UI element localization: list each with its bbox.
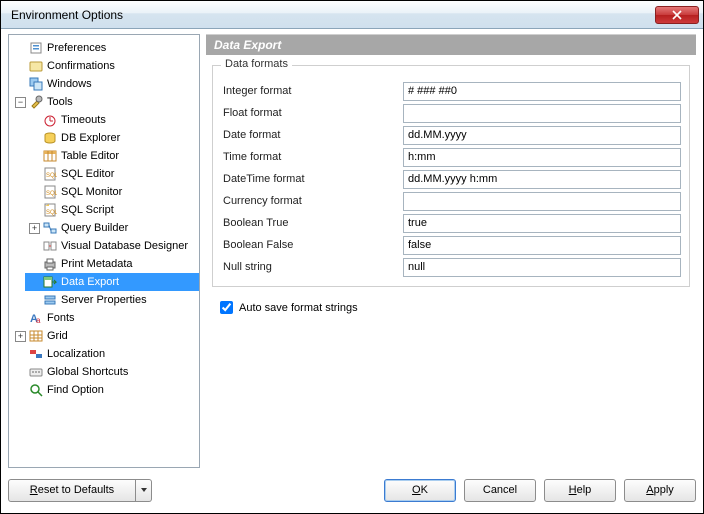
sql-script-icon: SQL <box>42 202 58 218</box>
field-currency-format: Currency format <box>223 190 681 212</box>
reset-defaults-splitbutton[interactable]: RReset to Defaultseset to Defaults <box>8 479 152 502</box>
grid-icon <box>28 328 44 344</box>
find-option-icon <box>28 382 44 398</box>
db-explorer-icon <box>42 130 58 146</box>
close-icon <box>672 10 682 20</box>
tree-item-sql-editor[interactable]: SQL SQL Editor <box>25 165 199 183</box>
tree-item-visual-db-designer[interactable]: Visual Database Designer <box>25 237 199 255</box>
svg-text:SQL: SQL <box>46 173 57 179</box>
global-shortcuts-icon <box>28 364 44 380</box>
svg-text:SQL: SQL <box>46 210 57 216</box>
tree-item-confirmations[interactable]: Confirmations <box>11 57 199 75</box>
field-boolean-true: Boolean True <box>223 212 681 234</box>
panel-header: Data Export <box>206 34 696 55</box>
tree-item-grid[interactable]: + Grid <box>11 327 199 345</box>
field-boolean-false: Boolean False <box>223 234 681 256</box>
chevron-down-icon <box>140 486 148 494</box>
group-legend: Data formats <box>221 58 292 70</box>
localization-icon <box>28 346 44 362</box>
input-boolean-false[interactable] <box>403 236 681 255</box>
apply-button[interactable]: Apply <box>624 479 696 502</box>
tree-item-windows[interactable]: Windows <box>11 75 199 93</box>
tree-item-sql-script[interactable]: SQL SQL Script <box>25 201 199 219</box>
tree-item-sql-monitor[interactable]: SQL SQL Monitor <box>25 183 199 201</box>
label-date-format: Date format <box>223 129 403 141</box>
tree-item-find-option[interactable]: Find Option <box>11 381 199 399</box>
button-bar: RReset to Defaultseset to Defaults OK Ca… <box>8 474 696 506</box>
input-datetime-format[interactable] <box>403 170 681 189</box>
tree-item-print-metadata[interactable]: Print Metadata <box>25 255 199 273</box>
field-time-format: Time format <box>223 146 681 168</box>
data-formats-group: Data formats Integer format Float format… <box>212 65 690 287</box>
print-metadata-icon <box>42 256 58 272</box>
close-button[interactable] <box>655 6 699 24</box>
tree-item-db-explorer[interactable]: DB Explorer <box>25 129 199 147</box>
svg-text:a: a <box>36 316 41 325</box>
server-properties-icon <box>42 292 58 308</box>
window-title: Environment Options <box>11 8 655 22</box>
preferences-icon <box>28 40 44 56</box>
label-time-format: Time format <box>223 151 403 163</box>
input-currency-format[interactable] <box>403 192 681 211</box>
input-date-format[interactable] <box>403 126 681 145</box>
nav-tree[interactable]: Preferences Confirmations Windows − Tool… <box>8 34 200 468</box>
label-boolean-true: Boolean True <box>223 217 403 229</box>
tree-item-tools[interactable]: − Tools <box>11 93 199 111</box>
label-integer-format: Integer format <box>223 85 403 97</box>
input-boolean-true[interactable] <box>403 214 681 233</box>
titlebar: Environment Options <box>1 1 703 29</box>
label-float-format: Float format <box>223 107 403 119</box>
tree-item-data-export[interactable]: Data Export <box>25 273 199 291</box>
confirmations-icon <box>28 58 44 74</box>
fonts-icon: Aa <box>28 310 44 326</box>
field-integer-format: Integer format <box>223 80 681 102</box>
svg-text:SQL: SQL <box>46 191 57 197</box>
tree-item-server-properties[interactable]: Server Properties <box>25 291 199 309</box>
tree-item-fonts[interactable]: Aa Fonts <box>11 309 199 327</box>
query-builder-icon <box>42 220 58 236</box>
tree-item-global-shortcuts[interactable]: Global Shortcuts <box>11 363 199 381</box>
input-time-format[interactable] <box>403 148 681 167</box>
expand-icon[interactable]: + <box>15 331 26 342</box>
content-area: Preferences Confirmations Windows − Tool… <box>8 34 696 468</box>
tools-icon <box>28 94 44 110</box>
label-datetime-format: DateTime format <box>223 173 403 185</box>
timeouts-icon <box>42 112 58 128</box>
tree-item-query-builder[interactable]: + Query Builder <box>25 219 199 237</box>
expand-icon[interactable]: + <box>29 223 40 234</box>
input-float-format[interactable] <box>403 104 681 123</box>
label-boolean-false: Boolean False <box>223 239 403 251</box>
sql-editor-icon: SQL <box>42 166 58 182</box>
field-float-format: Float format <box>223 102 681 124</box>
field-date-format: Date format <box>223 124 681 146</box>
autosave-checkbox[interactable] <box>220 301 233 314</box>
visual-db-designer-icon <box>42 238 58 254</box>
cancel-button[interactable]: Cancel <box>464 479 536 502</box>
tree-item-preferences[interactable]: Preferences <box>11 39 199 57</box>
data-export-icon <box>42 274 58 290</box>
field-null-string: Null string <box>223 256 681 278</box>
autosave-label: Auto save format strings <box>239 302 358 314</box>
sql-monitor-icon: SQL <box>42 184 58 200</box>
field-datetime-format: DateTime format <box>223 168 681 190</box>
input-null-string[interactable] <box>403 258 681 277</box>
autosave-row[interactable]: Auto save format strings <box>220 301 696 314</box>
tree-item-timeouts[interactable]: Timeouts <box>25 111 199 129</box>
collapse-icon[interactable]: − <box>15 97 26 108</box>
tree-item-localization[interactable]: Localization <box>11 345 199 363</box>
ok-button[interactable]: OK <box>384 479 456 502</box>
label-null-string: Null string <box>223 261 403 273</box>
tree-item-table-editor[interactable]: Table Editor <box>25 147 199 165</box>
windows-icon <box>28 76 44 92</box>
input-integer-format[interactable] <box>403 82 681 101</box>
label-currency-format: Currency format <box>223 195 403 207</box>
help-button[interactable]: Help <box>544 479 616 502</box>
reset-defaults-dropdown[interactable] <box>136 479 152 502</box>
settings-panel: Data Export Data formats Integer format … <box>206 34 696 468</box>
reset-defaults-button[interactable]: RReset to Defaultseset to Defaults <box>8 479 136 502</box>
table-editor-icon <box>42 148 58 164</box>
